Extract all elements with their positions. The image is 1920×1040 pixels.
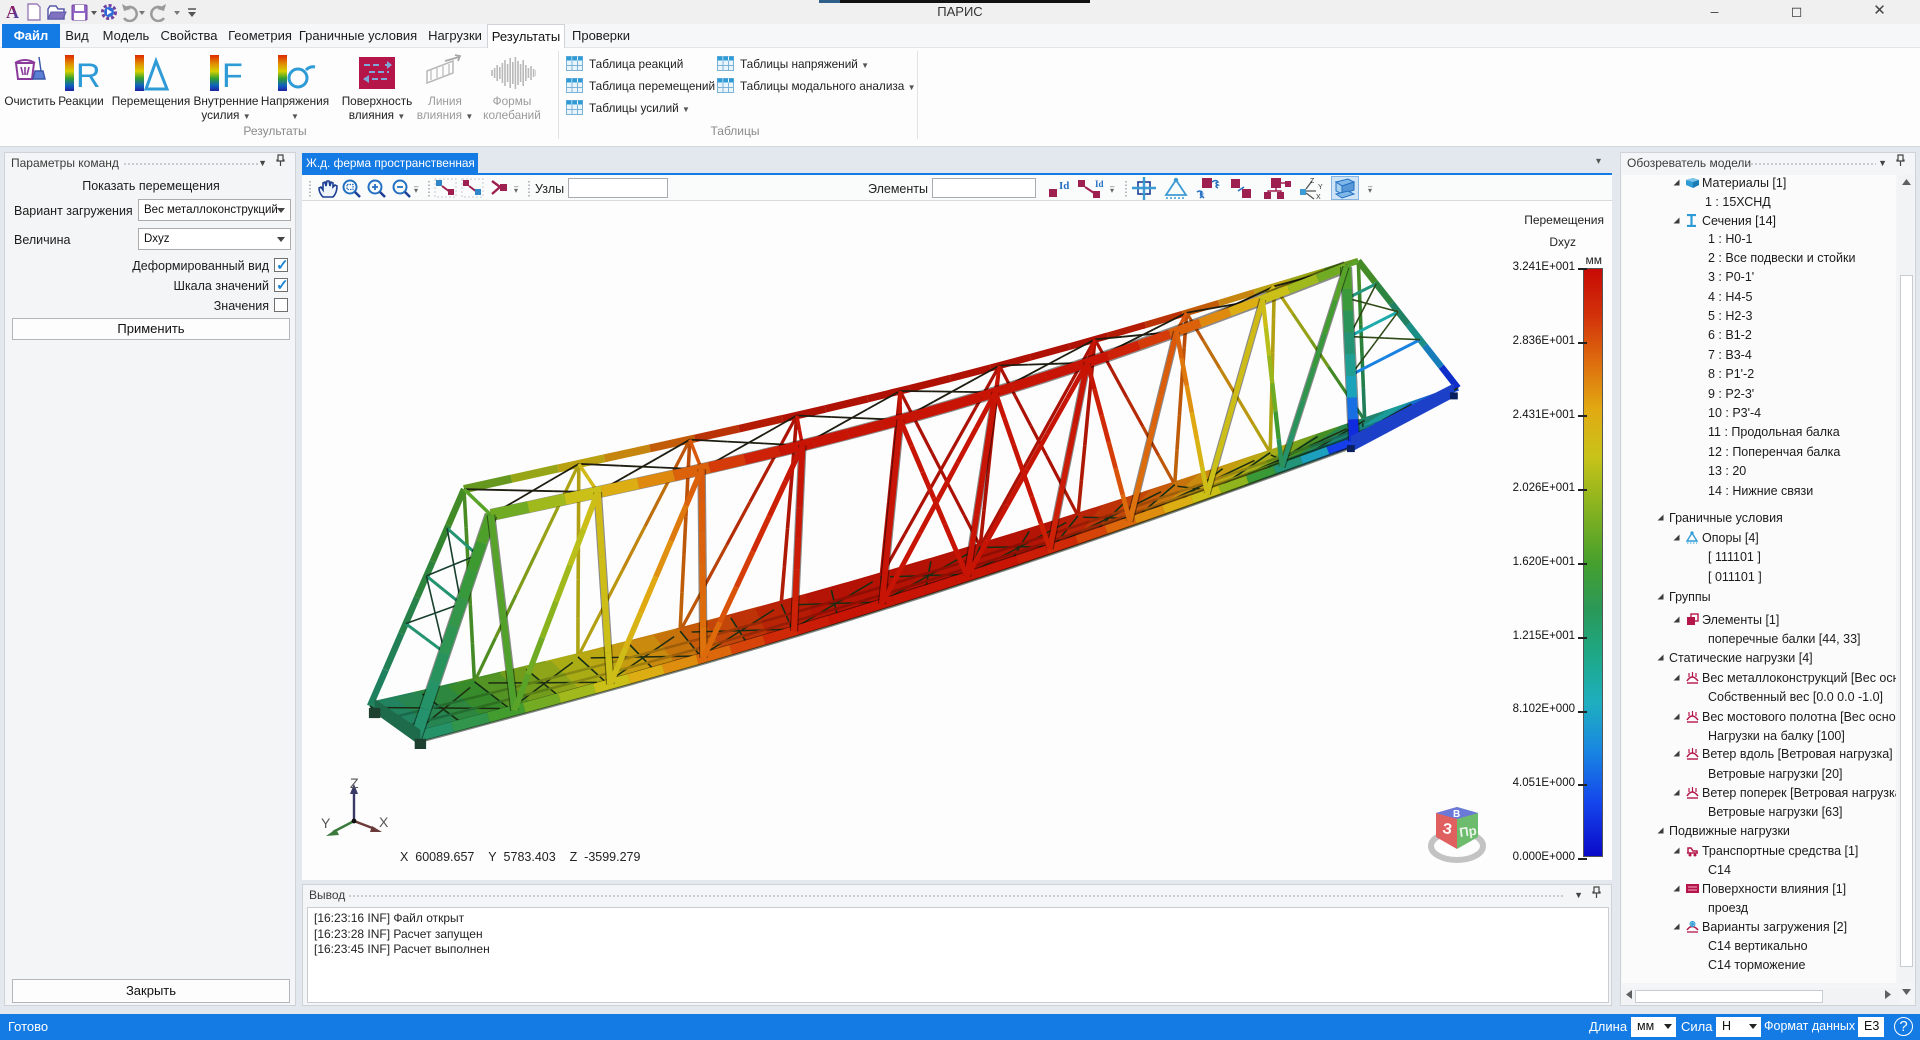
svg-text:Id: Id [1059,180,1069,192]
svg-text:Пр: Пр [1458,823,1477,840]
svg-text:Y: Y [321,815,331,831]
svg-text:R: R [76,57,101,93]
svg-text:X: X [1316,194,1321,200]
svg-text:Y: Y [1318,184,1323,191]
svg-text:F: F [222,57,243,93]
svg-text:Z: Z [350,776,359,791]
svg-text:Id: Id [1095,179,1104,189]
svg-text:В: В [1453,809,1460,820]
svg-text:X: X [379,814,389,830]
svg-text:A: A [6,2,19,22]
svg-text:Z: Z [1310,178,1315,185]
